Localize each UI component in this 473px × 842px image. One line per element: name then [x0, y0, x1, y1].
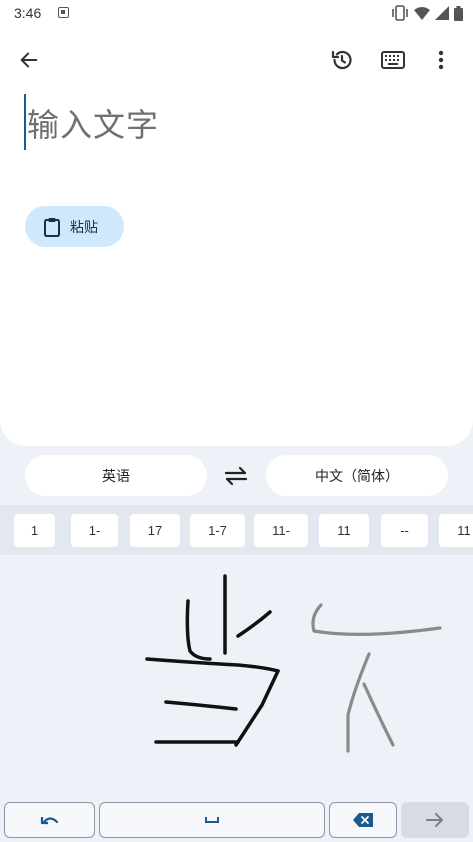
ink-stroke	[346, 652, 371, 753]
paste-label: 粘贴	[70, 219, 98, 236]
keyboard-button[interactable]	[375, 42, 411, 78]
notification-icon	[58, 7, 69, 18]
suggestion-text: 17	[147, 523, 163, 538]
paste-button[interactable]: 粘贴	[25, 206, 124, 247]
arrow-right-icon	[426, 813, 443, 827]
suggestion-text: 11	[457, 523, 471, 538]
swap-icon	[224, 466, 248, 486]
more-options-button[interactable]	[423, 42, 459, 78]
source-language-label: 英语	[102, 468, 130, 485]
handwriting-canvas[interactable]	[0, 555, 473, 800]
suggestion-chip[interactable]: --	[381, 514, 428, 547]
keyboard-icon	[381, 51, 405, 69]
suggestion-text: 11-	[272, 523, 290, 538]
space-key[interactable]	[99, 802, 325, 838]
suggestion-text: 1-	[88, 523, 101, 538]
suggestion-text: --	[400, 523, 409, 538]
suggestion-chip[interactable]: 11	[319, 514, 369, 547]
text-cursor	[24, 94, 26, 150]
source-language-button[interactable]: 英语	[25, 455, 207, 496]
app-bar	[0, 42, 473, 78]
battery-icon	[454, 5, 463, 21]
backspace-icon	[353, 813, 373, 827]
suggestion-chip[interactable]: 1-	[71, 514, 118, 547]
status-time: 3:46	[14, 5, 42, 21]
undo-key[interactable]	[4, 802, 95, 838]
space-icon	[205, 817, 219, 823]
ink-stroke	[362, 682, 395, 747]
system-icons	[391, 5, 463, 21]
delete-key[interactable]	[329, 802, 397, 838]
target-language-label: 中文（简体）	[315, 468, 399, 485]
ink-stroke	[234, 669, 280, 747]
suggestion-text: 1	[30, 523, 39, 538]
more-vert-icon	[438, 50, 444, 70]
signal-icon	[435, 6, 449, 20]
vibrate-icon	[392, 5, 408, 21]
ink-stroke	[236, 610, 272, 638]
ink-stroke	[311, 603, 442, 636]
ink-stroke	[145, 657, 280, 673]
suggestion-strip: 1 1- 17 1-7 11- 11 -- 11	[0, 505, 473, 555]
suggestion-text: 11	[337, 523, 351, 538]
swap-languages-button[interactable]	[221, 462, 251, 490]
ink-stroke	[164, 700, 238, 711]
history-button[interactable]	[324, 42, 360, 78]
handwriting-strokes	[145, 574, 442, 753]
suggestion-chip[interactable]: 11-	[254, 514, 308, 547]
wifi-icon	[414, 7, 430, 20]
suggestion-chip[interactable]: 11	[439, 514, 473, 547]
clipboard-icon	[44, 217, 60, 237]
suggestion-chip[interactable]: 1-7	[190, 514, 245, 547]
suggestion-chip[interactable]: 1	[14, 514, 55, 547]
target-language-button[interactable]: 中文（简体）	[266, 455, 448, 496]
input-panel: 输入文字 粘贴	[0, 28, 473, 446]
input-placeholder: 输入文字	[27, 106, 160, 144]
suggestion-text: 1-7	[208, 523, 227, 538]
history-icon	[331, 50, 352, 70]
suggestion-chip[interactable]: 17	[130, 514, 180, 547]
undo-icon	[40, 817, 58, 825]
arrow-left-icon	[20, 52, 38, 68]
ink-stroke	[185, 599, 212, 661]
enter-key[interactable]	[401, 802, 469, 838]
back-button[interactable]	[11, 42, 47, 78]
status-bar: 3:46	[0, 0, 473, 28]
